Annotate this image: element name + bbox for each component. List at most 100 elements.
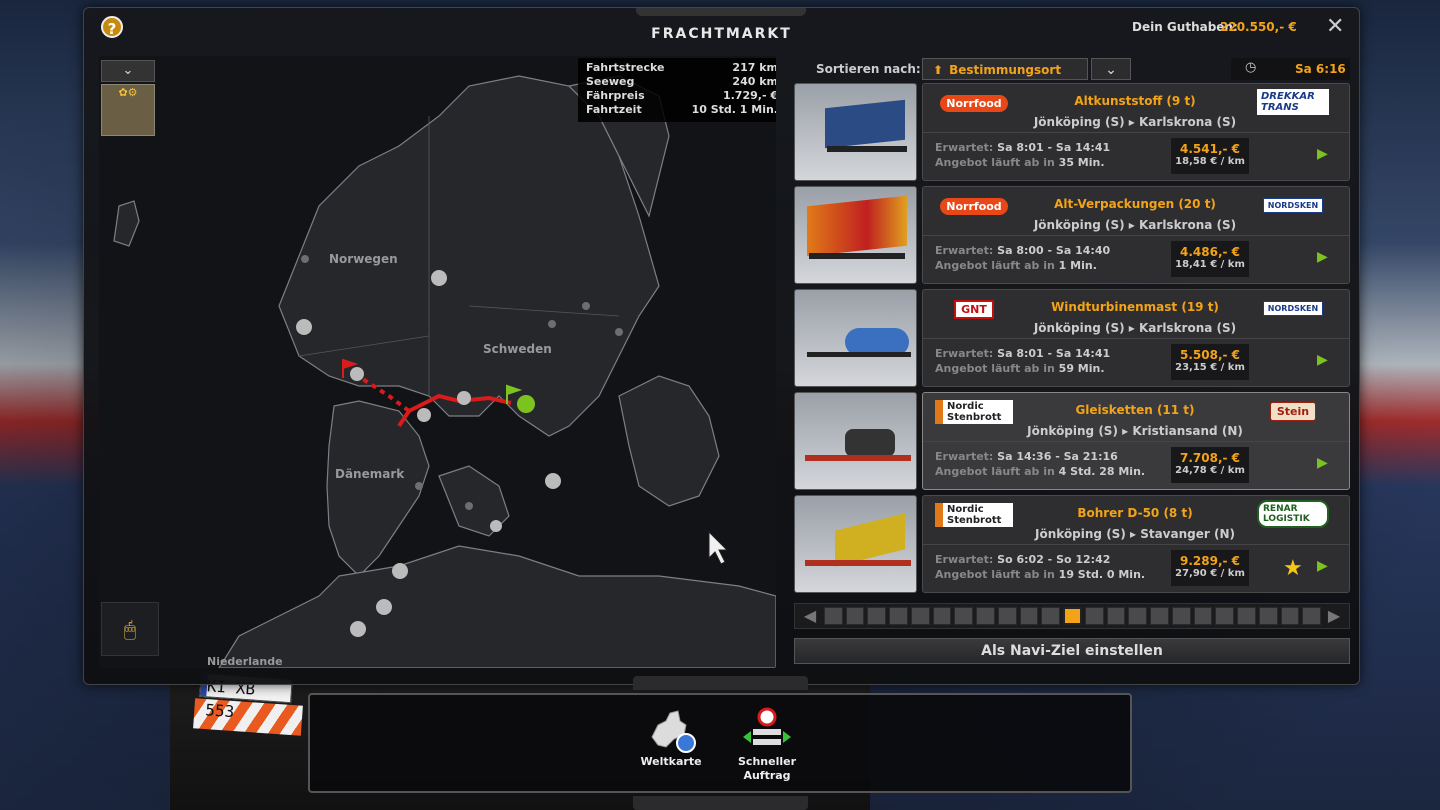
map-graphic — [113, 75, 776, 668]
job-route: Jönköping (S) ▸ Karlskrona (S) — [1033, 321, 1237, 335]
job-price-box: 7.708,- € 24,78 € / km — [1171, 447, 1249, 483]
scroll-segment[interactable] — [1128, 607, 1148, 625]
scroll-segment[interactable] — [1302, 607, 1321, 625]
close-icon[interactable]: ✕ — [1326, 14, 1344, 39]
trailer-thumbnail — [794, 289, 917, 387]
balance-value: 220.550,- € — [1220, 20, 1297, 34]
select-job-arrow-icon[interactable]: ▶ — [1317, 146, 1331, 164]
bottom-toolbar: Weltkarte Schneller Auftrag — [308, 693, 1132, 793]
scroll-segment[interactable] — [1019, 607, 1039, 625]
scroll-segment[interactable] — [1150, 607, 1169, 625]
mouse-control-icon[interactable]: 🖱 — [101, 602, 159, 656]
job-list-scrollbar[interactable]: ◀ ▶ — [794, 603, 1350, 629]
game-clock: ◷ Sa 6:16 — [1231, 58, 1350, 80]
job-offer[interactable]: Nordic Stenbrott Bohrer D-50 (8 t) Jönkö… — [794, 495, 1350, 593]
job-offer[interactable]: GNT Windturbinenmast (19 t) Jönköping (S… — [794, 289, 1350, 387]
clock-time: Sa 6:16 — [1295, 62, 1346, 76]
scroll-segment[interactable] — [1171, 607, 1191, 625]
route-distance-row: Fahrtstrecke 217 km — [586, 61, 776, 74]
job-expected: Erwartet: Sa 8:01 - Sa 14:41 — [935, 347, 1111, 360]
clock-icon: ◷ — [1245, 60, 1257, 75]
bottom-bar-tab — [633, 796, 808, 810]
quick-job-label-2: Auftrag — [743, 769, 791, 782]
country-label-netherlands: Niederlande — [207, 655, 283, 668]
scroll-segment[interactable] — [976, 607, 995, 625]
world-map-button[interactable]: Weltkarte — [626, 707, 716, 787]
scroll-segment[interactable] — [1041, 607, 1061, 625]
scroll-segment[interactable] — [889, 607, 908, 625]
scroll-segment[interactable] — [867, 607, 887, 625]
help-icon[interactable]: ? — [101, 16, 123, 38]
country-label-sweden: Schweden — [483, 342, 552, 356]
scroll-segment[interactable] — [932, 607, 952, 625]
job-price-box: 4.541,- € 18,58 € / km — [1171, 138, 1249, 174]
job-route: Jönköping (S) ▸ Stavanger (N) — [1035, 527, 1235, 541]
job-expected: Erwartet: Sa 14:36 - Sa 21:16 — [935, 450, 1118, 463]
scroll-segment[interactable] — [910, 607, 930, 625]
scroll-segment[interactable] — [1280, 607, 1300, 625]
scroll-segment[interactable] — [997, 607, 1017, 625]
job-cargo: Windturbinenmast (19 t) — [1051, 300, 1219, 314]
route-map[interactable]: ⌄ ✿⚙ Fahrtstrecke 217 km Seeweg 240 km Fäh… — [99, 56, 776, 668]
scroll-segment[interactable] — [1258, 607, 1278, 625]
job-expected: Erwartet: Sa 8:01 - Sa 14:41 — [935, 141, 1111, 154]
scroll-segment[interactable] — [1193, 607, 1213, 625]
job-offer-expiry: Angebot läuft ab in 35 Min. — [935, 156, 1105, 169]
select-job-arrow-icon[interactable]: ▶ — [1317, 455, 1331, 473]
bottom-bar-tab — [633, 676, 808, 690]
divider — [923, 544, 1349, 545]
job-offer-selected[interactable]: Nordic Stenbrott Gleisketten (11 t) Jönk… — [794, 392, 1350, 490]
recipient-logo: Stein — [1257, 399, 1329, 423]
scroll-thumb[interactable] — [1063, 607, 1082, 625]
job-rate: 23,15 € / km — [1175, 362, 1245, 373]
divider — [923, 235, 1349, 236]
set-navigation-target-button[interactable]: Als Navi-Ziel einstellen — [794, 638, 1350, 664]
map-dropdown[interactable]: ⌄ — [101, 60, 155, 82]
select-job-arrow-icon[interactable]: ▶ — [1317, 352, 1331, 370]
job-details: Norrfood Alt-Verpackungen (20 t) Jönköpi… — [922, 186, 1350, 284]
quick-job-label-1: Schneller — [738, 755, 796, 768]
job-offer[interactable]: Norrfood Altkunststoff (9 t) Jönköping (… — [794, 83, 1350, 181]
job-cargo: Altkunststoff (9 t) — [1074, 94, 1196, 108]
select-job-arrow-icon[interactable]: ▶ — [1317, 249, 1331, 267]
sort-label: Sortieren nach: — [816, 62, 921, 76]
scroll-prev-icon[interactable]: ◀ — [801, 606, 819, 626]
job-price-box: 9.289,- € 27,90 € / km — [1171, 550, 1249, 586]
job-cargo: Bohrer D-50 (8 t) — [1077, 506, 1193, 520]
scroll-segment[interactable] — [954, 607, 974, 625]
scroll-segment[interactable] — [1106, 607, 1126, 625]
trailer-thumbnail — [794, 495, 917, 593]
company-logo: Norrfood — [935, 193, 1013, 219]
job-price: 9.289,- € — [1179, 554, 1241, 568]
map-filter-icon[interactable]: ✿⚙ — [101, 84, 155, 136]
scroll-segment[interactable] — [845, 607, 865, 625]
company-logo: Nordic Stenbrott — [935, 399, 1013, 425]
job-price: 7.708,- € — [1179, 451, 1241, 465]
scroll-segment[interactable] — [1215, 607, 1235, 625]
sort-dropdown-button[interactable]: ⌄ — [1091, 58, 1131, 80]
recipient-logo: RENAR LOGISTIK — [1257, 500, 1329, 528]
scroll-segment[interactable] — [824, 607, 843, 625]
quick-job-button[interactable]: Schneller Auftrag — [722, 707, 812, 787]
scroll-track[interactable] — [823, 607, 1323, 625]
sort-select[interactable]: ⬆ Bestimmungsort — [922, 58, 1088, 80]
scroll-segment[interactable] — [1237, 607, 1256, 625]
route-sea-row: Seeweg 240 km — [586, 75, 776, 88]
scroll-next-icon[interactable]: ▶ — [1325, 606, 1343, 626]
job-offer[interactable]: Norrfood Alt-Verpackungen (20 t) Jönköpi… — [794, 186, 1350, 284]
divider — [923, 338, 1349, 339]
star-icon: ★ — [1283, 556, 1303, 581]
job-rate: 18,41 € / km — [1175, 259, 1245, 270]
select-job-arrow-icon[interactable]: ▶ — [1317, 558, 1331, 576]
trailer-thumbnail — [794, 186, 917, 284]
scroll-segment[interactable] — [1084, 607, 1104, 625]
job-rate: 18,58 € / km — [1175, 156, 1245, 167]
divider — [923, 132, 1349, 133]
sort-arrow-up-icon: ⬆ — [933, 63, 944, 77]
job-offer-expiry: Angebot läuft ab in 4 Std. 28 Min. — [935, 465, 1146, 478]
title-tab — [636, 8, 806, 16]
job-price: 4.541,- € — [1179, 142, 1241, 156]
job-rate: 27,90 € / km — [1175, 568, 1245, 579]
divider — [923, 441, 1349, 442]
job-expected: Erwartet: So 6:02 - So 12:42 — [935, 553, 1111, 566]
